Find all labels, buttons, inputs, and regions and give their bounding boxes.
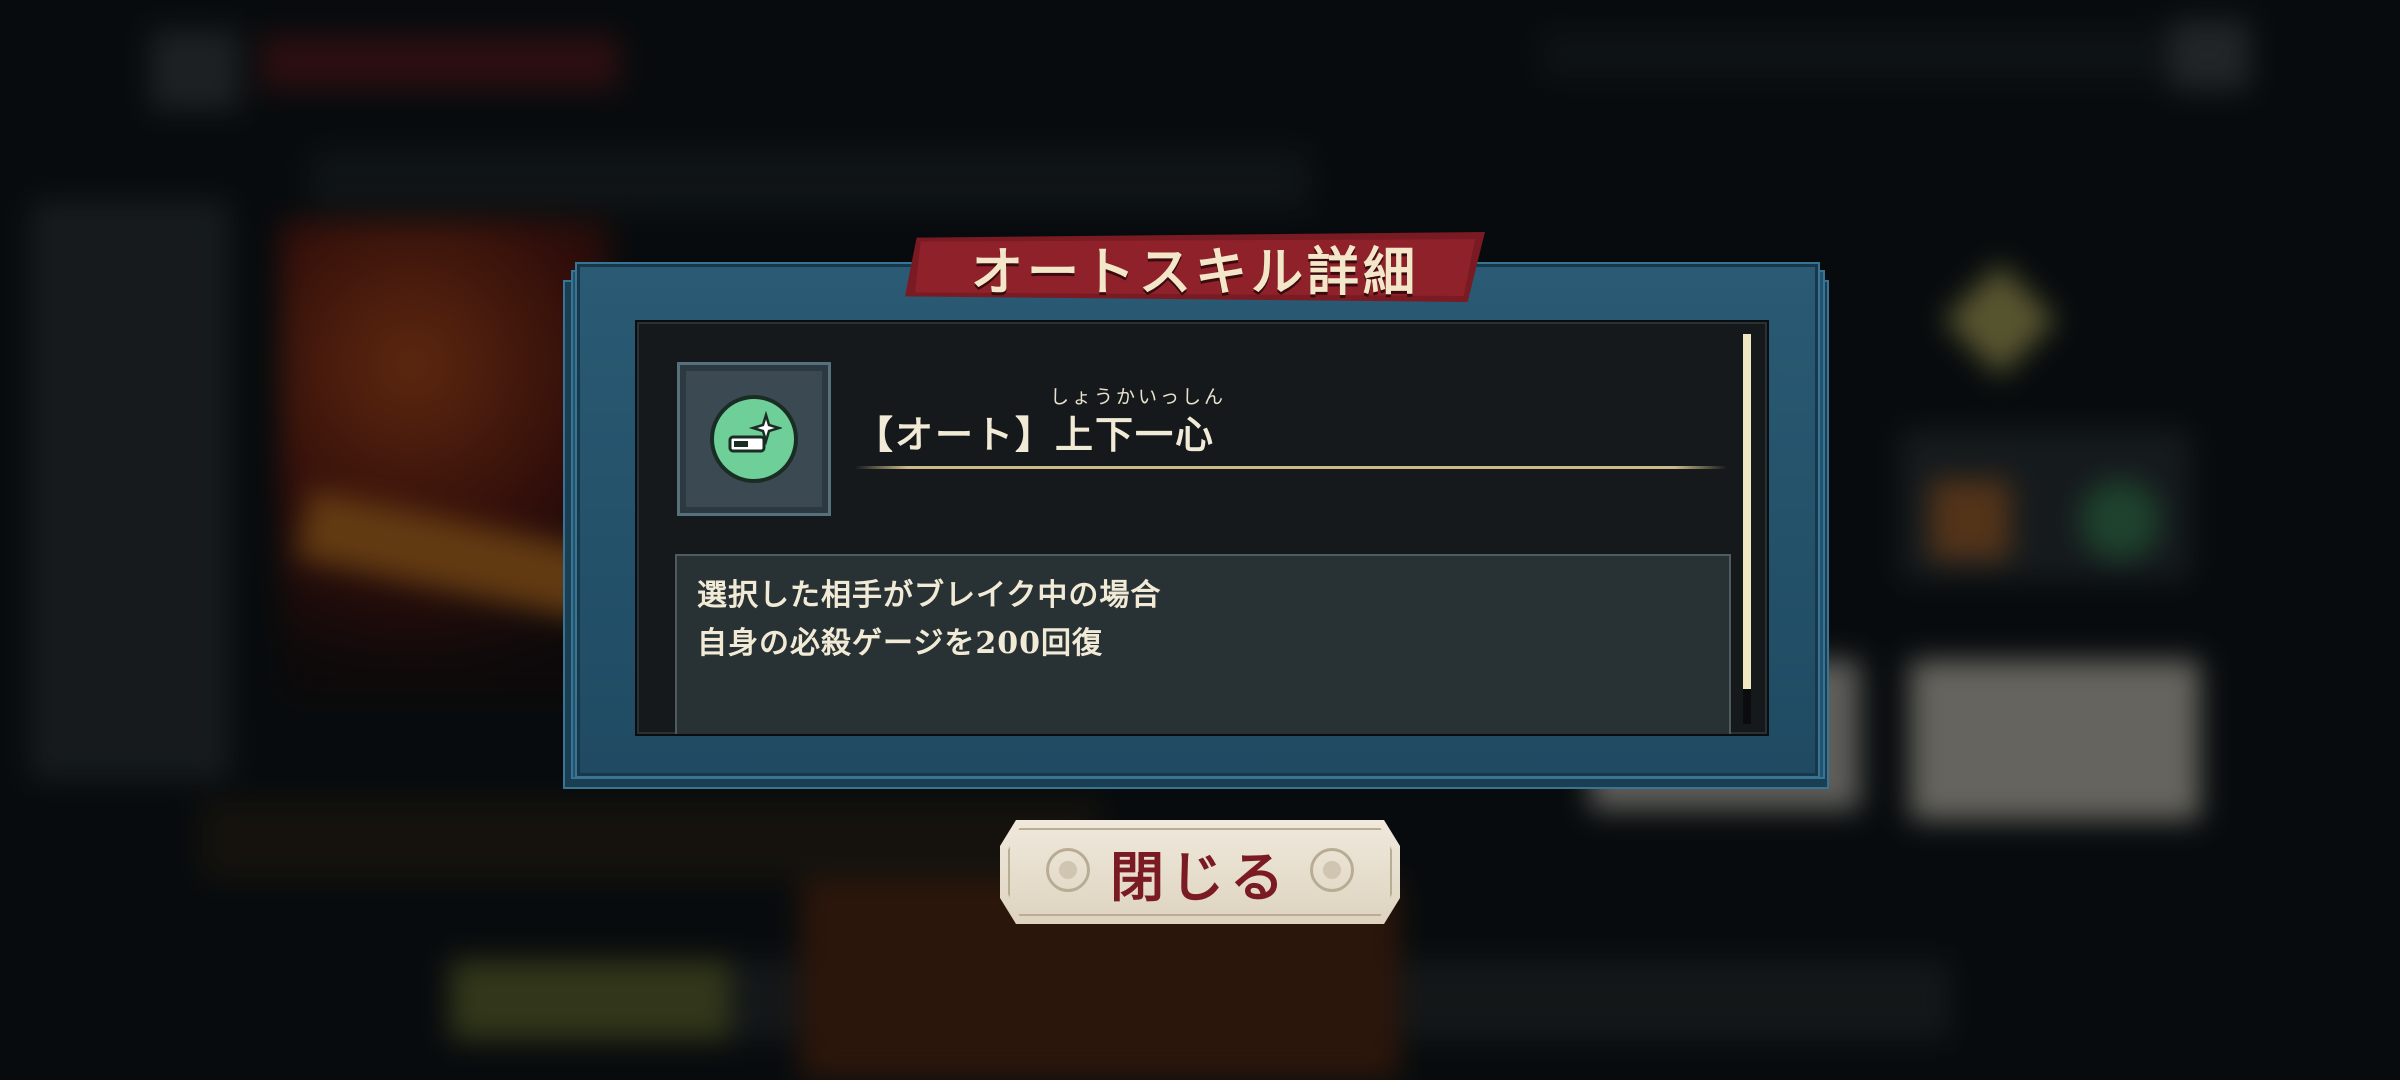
skill-detail-panel: しょうかいっしん 【オート】上下一心 選択した相手がブレイク中の場合 自身の必殺… <box>635 320 1769 736</box>
auto-skill-detail-modal: しょうかいっしん 【オート】上下一心 選択した相手がブレイク中の場合 自身の必殺… <box>563 232 1829 790</box>
scrollbar[interactable] <box>1743 334 1751 724</box>
close-button[interactable]: 閉じる <box>1000 820 1400 924</box>
scrollbar-thumb[interactable] <box>1743 334 1751 689</box>
skill-description-line: 自身の必殺ゲージを200回復 <box>697 626 1104 661</box>
modal-title-banner: オートスキル詳細 <box>905 232 1485 302</box>
skill-name-divider <box>855 466 1727 469</box>
modal-title: オートスキル詳細 <box>970 241 1419 303</box>
auto-skill-gauge-icon <box>710 395 798 483</box>
ornament-icon <box>1046 848 1090 892</box>
skill-name: 【オート】上下一心 <box>855 412 1216 457</box>
skill-description-line: 選択した相手がブレイク中の場合 <box>697 578 1162 613</box>
ornament-icon <box>1310 848 1354 892</box>
skill-icon-frame <box>677 362 831 516</box>
skill-description-box: 選択した相手がブレイク中の場合 自身の必殺ゲージを200回復 <box>675 554 1731 734</box>
close-button-label: 閉じる <box>1110 844 1290 909</box>
